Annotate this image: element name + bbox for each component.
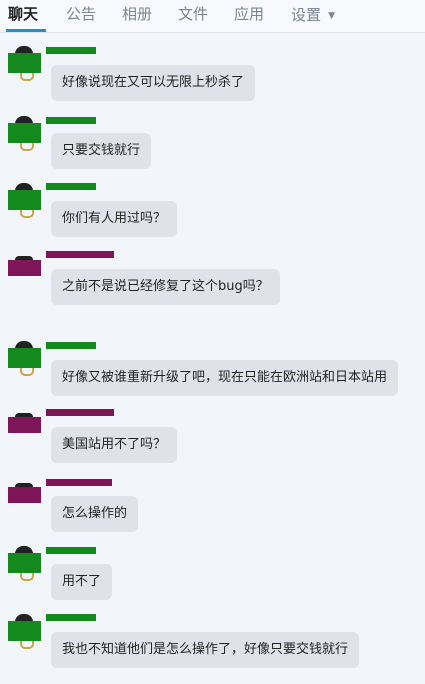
message-bubble: 只要交钱就行 [51,133,152,169]
active-tab-indicator [6,29,46,32]
avatar-body [8,621,41,641]
tab-apps[interactable]: 应用 [234,5,264,23]
chat-message-list[interactable]: 好像说现在又可以无限上秒杀了 只要交钱就行 你们有人用过吗？ 之前不是说已经修复… [0,33,425,684]
message-bubble: 之前不是说已经修复了这个bug吗？ [51,269,280,305]
tab-album[interactable]: 相册 [122,5,152,23]
avatar[interactable] [8,483,41,511]
message-bubble: 美国站用不了吗？ [51,427,178,463]
tab-settings-label: 设置 [291,6,322,24]
avatar[interactable] [8,46,41,81]
tab-chat[interactable]: 聊天 [8,5,38,23]
avatar-base [20,641,34,649]
avatar-base [20,73,34,81]
avatar-body [8,123,41,143]
sender-name[interactable] [46,47,96,54]
avatar-body [8,53,41,73]
avatar-body [8,417,41,433]
avatar-base [20,368,34,376]
avatar-body [8,487,41,503]
message-bubble: 怎么操作的 [51,496,139,532]
message-bubble: 我也不知道他们是怎么操作了，好像只要交钱就行 [51,632,360,668]
avatar[interactable] [8,341,41,376]
avatar-base [20,210,34,218]
message-bubble: 好像说现在又可以无限上秒杀了 [51,65,256,101]
avatar-body [8,190,41,210]
avatar-body [8,348,41,368]
sender-name[interactable] [46,251,114,258]
message-bubble: 你们有人用过吗？ [51,201,178,237]
avatar-body [8,260,41,276]
avatar-body [8,553,41,573]
tab-files[interactable]: 文件 [178,5,208,23]
chevron-down-icon: ▼ [328,11,336,21]
message-bubble: 好像又被谁重新升级了吧，现在只能在欧洲站和日本站用 [51,360,399,396]
sender-name[interactable] [46,479,112,486]
sender-name[interactable] [46,409,114,416]
avatar[interactable] [8,183,41,218]
avatar[interactable] [8,546,41,581]
tab-announcements[interactable]: 公告 [66,5,96,23]
sender-name[interactable] [46,183,96,190]
avatar[interactable] [8,256,41,284]
sender-name[interactable] [46,547,96,554]
avatar[interactable] [8,116,41,151]
avatar[interactable] [8,614,41,649]
message-bubble: 用不了 [51,564,113,600]
sender-name[interactable] [46,342,96,349]
sender-name[interactable] [46,614,96,621]
avatar-base [20,573,34,581]
tab-bar: 聊天 公告 相册 文件 应用 设置 ▼ [0,0,425,33]
sender-name[interactable] [46,117,96,124]
avatar-base [20,143,34,151]
tab-settings[interactable]: 设置 ▼ [291,5,335,24]
avatar[interactable] [8,413,41,441]
